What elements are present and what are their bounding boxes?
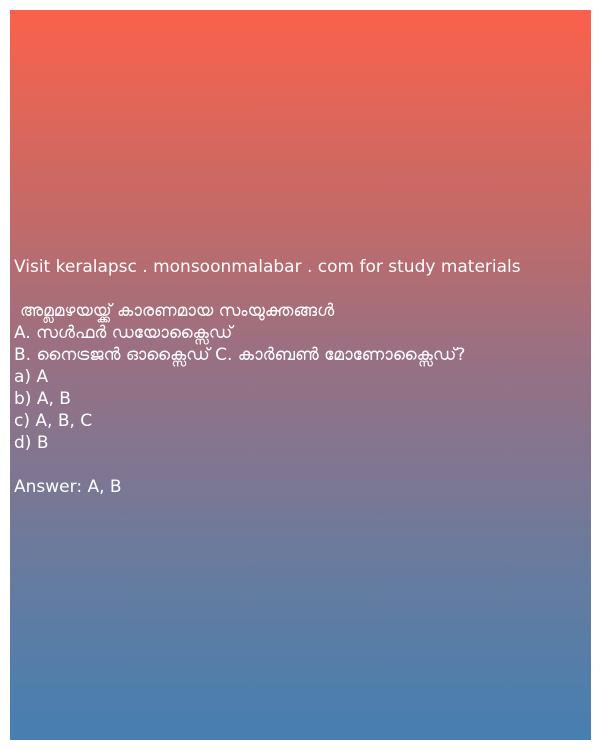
question-text: അമ്ലമഴയയ്ക്ക് കാരണമായ സംയുക്തങ്ങൾ <box>20 301 335 321</box>
option-c: c) A, B, C <box>14 411 93 431</box>
option-b: b) A, B <box>14 389 71 409</box>
quiz-content: Visit keralapsc . monsoonmalabar . com f… <box>14 256 590 498</box>
option-d: d) B <box>14 433 49 453</box>
statement-b-c: B. നൈട്രജൻ ഓക്സൈഡ് C. കാർബൺ മോണോക്സൈഡ്? <box>14 345 466 365</box>
quiz-card: Visit keralapsc . monsoonmalabar . com f… <box>10 10 591 740</box>
option-a: a) A <box>14 367 49 387</box>
statement-a: A. സൾഫർ ഡയോക്സൈഡ് <box>14 323 233 343</box>
answer-text: Answer: A, B <box>14 477 122 497</box>
promo-text: Visit keralapsc . monsoonmalabar . com f… <box>14 257 521 277</box>
